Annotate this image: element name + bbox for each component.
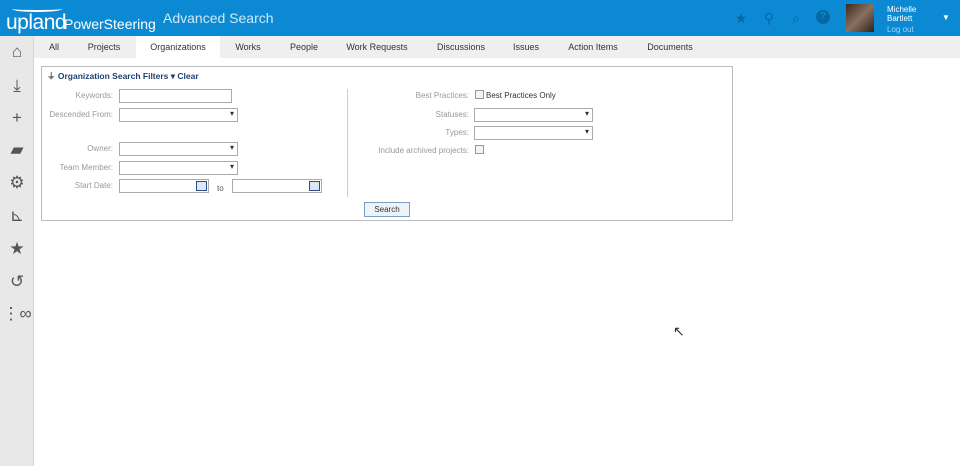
tab-organizations[interactable]: Organizations [136,36,220,58]
best-practices-label: Best Practices: [415,91,469,100]
keywords-input[interactable] [119,89,232,103]
start-date-to-input[interactable] [232,179,322,193]
top-header: upland PowerSteering Advanced Search ★ ⚲… [0,0,960,36]
user-menu-caret-icon[interactable]: ▼ [942,13,950,22]
sidebar: ⌂ ⤓ + ▰ ⚙ ⊾ ★ ↺ ⋮∞ [0,36,34,466]
help-icon[interactable]: ? [816,10,830,24]
filter-title: Organization Search Filters [57,71,169,81]
filter-icon: ⏚ [47,71,58,81]
include-archived-label: Include archived projects: [378,146,469,155]
plus-icon[interactable]: + [0,108,34,128]
folder-user-icon[interactable]: ▰ [0,140,34,160]
chart-icon[interactable]: ⊾ [0,206,34,226]
filter-panel: ⏚ Organization Search Filters ▾ Clear Ke… [41,66,733,221]
keywords-label: Keywords: [75,91,113,100]
gear-icon[interactable]: ⚙ [0,173,34,193]
tab-all[interactable]: All [44,36,64,58]
to-label: to [217,184,224,193]
types-label: Types: [445,128,469,137]
calendar-icon[interactable] [196,181,207,191]
user-last-name: Bartlett [887,14,913,23]
page-title: Advanced Search [163,10,274,26]
search-button[interactable]: Search [364,202,410,217]
statuses-select[interactable] [474,108,593,122]
download-money-icon[interactable]: ⤓ [0,76,34,96]
clear-link[interactable]: Clear [177,71,198,81]
tab-issues[interactable]: Issues [508,36,544,58]
product-name: PowerSteering [64,16,156,32]
user-name: Michelle Bartlett [887,5,916,23]
start-date-label: Start Date: [74,181,113,190]
types-select[interactable] [474,126,593,140]
team-member-select[interactable] [119,161,238,175]
user-first-name: Michelle [887,5,917,14]
team-member-label: Team Member: [59,163,113,172]
start-date-from-input[interactable] [119,179,209,193]
owner-select[interactable] [119,142,238,156]
descended-from-select[interactable] [119,108,238,122]
mouse-cursor-icon: ↖ [673,323,685,339]
include-archived-checkbox[interactable] [475,145,484,154]
avatar[interactable] [846,4,874,32]
star-icon[interactable]: ★ [733,10,749,27]
logo-text: upland [6,11,67,34]
star-icon[interactable]: ★ [0,239,34,259]
search-tabs: All Projects Organizations Works People … [34,36,960,58]
best-practices-checkbox[interactable] [475,90,484,99]
tab-documents[interactable]: Documents [642,36,698,58]
divider [347,89,348,197]
owner-label: Owner: [87,144,113,153]
statuses-label: Statuses: [435,110,469,119]
search-icon[interactable]: ⌕ [788,10,804,27]
filter-header[interactable]: ⏚ Organization Search Filters ▾ Clear [47,70,199,82]
calendar-icon[interactable] [309,181,320,191]
tab-projects[interactable]: Projects [82,36,126,58]
location-pin-icon[interactable]: ⚲ [761,10,777,27]
tab-work-requests[interactable]: Work Requests [342,36,412,58]
logout-link[interactable]: Log out [887,25,914,34]
tab-people[interactable]: People [282,36,326,58]
tab-action-items[interactable]: Action Items [562,36,624,58]
tab-discussions[interactable]: Discussions [432,36,490,58]
history-icon[interactable]: ↺ [0,272,34,292]
tab-works[interactable]: Works [230,36,266,58]
home-icon[interactable]: ⌂ [0,42,34,62]
timeline-icon[interactable]: ⋮∞ [0,304,34,324]
best-practices-only-label: Best Practices Only [486,91,556,100]
descended-from-label: Descended From: [49,110,113,119]
